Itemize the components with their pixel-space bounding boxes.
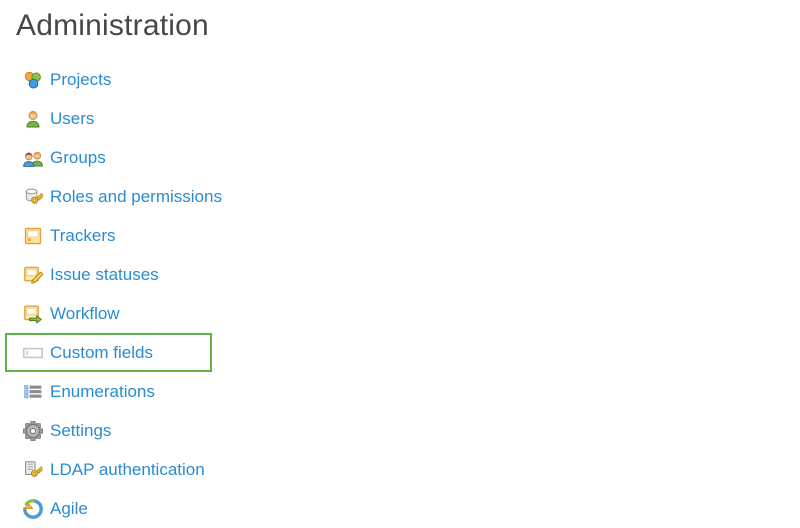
admin-item-label: LDAP authentication	[50, 459, 205, 479]
admin-item-label: Agile	[50, 498, 88, 518]
admin-link[interactable]: Roles and permissions	[23, 187, 222, 207]
admin-item-label: Settings	[50, 420, 112, 440]
list-icon	[23, 382, 43, 402]
admin-link[interactable]: Trackers	[23, 226, 116, 246]
projects-icon	[23, 70, 43, 90]
admin-link[interactable]: Enumerations	[23, 382, 155, 402]
admin-menu: Projects Users Groups Roles and permissions…	[0, 60, 800, 528]
admin-menu-item-settings[interactable]: Settings	[0, 411, 207, 450]
admin-menu-item-custom-fields[interactable]: Custom fields	[5, 333, 212, 372]
admin-item-label: Issue statuses	[50, 264, 159, 284]
admin-item-label: Trackers	[50, 225, 116, 245]
admin-link[interactable]: Workflow	[23, 304, 120, 324]
admin-item-label: Groups	[50, 147, 106, 167]
agile-refresh-icon	[23, 498, 43, 519]
admin-menu-item-projects[interactable]: Projects	[0, 60, 207, 99]
admin-link[interactable]: Users	[23, 109, 94, 129]
admin-link[interactable]: Issue statuses	[23, 265, 159, 285]
user-icon	[23, 109, 43, 129]
custom-field-icon	[23, 343, 43, 363]
admin-menu-item-agile[interactable]: Agile	[0, 489, 207, 528]
admin-link[interactable]: LDAP authentication	[23, 460, 205, 480]
issue-status-icon	[23, 265, 43, 285]
admin-item-label: Roles and permissions	[50, 186, 222, 206]
admin-link[interactable]: Settings	[23, 421, 111, 441]
admin-link[interactable]: Projects	[23, 70, 111, 90]
admin-menu-item-ldap-authentication[interactable]: LDAP authentication	[0, 450, 207, 489]
workflow-icon	[23, 304, 43, 324]
admin-item-label: Workflow	[50, 303, 120, 323]
admin-item-label: Custom fields	[50, 342, 153, 362]
admin-menu-item-roles-and-permissions[interactable]: Roles and permissions	[0, 177, 222, 216]
admin-item-label: Users	[50, 108, 95, 128]
page-title: Administration	[16, 9, 209, 42]
gear-icon	[23, 420, 43, 441]
admin-link[interactable]: Groups	[23, 148, 106, 168]
admin-item-label: Enumerations	[50, 381, 155, 401]
admin-menu-item-workflow[interactable]: Workflow	[0, 294, 207, 333]
admin-link[interactable]: Custom fields	[23, 343, 153, 363]
admin-item-label: Projects	[50, 69, 112, 89]
admin-menu-item-users[interactable]: Users	[0, 99, 207, 138]
group-icon	[23, 148, 43, 168]
admin-menu-item-issue-statuses[interactable]: Issue statuses	[0, 255, 207, 294]
admin-page: Administration Projects Users Groups Roles …	[0, 0, 800, 527]
admin-link[interactable]: Agile	[23, 499, 88, 519]
roles-key-icon	[23, 187, 43, 207]
admin-menu-item-trackers[interactable]: Trackers	[0, 216, 207, 255]
admin-menu-item-enumerations[interactable]: Enumerations	[0, 372, 207, 411]
ldap-server-icon	[23, 460, 43, 480]
admin-menu-item-groups[interactable]: Groups	[0, 138, 207, 177]
tracker-icon	[23, 226, 43, 246]
